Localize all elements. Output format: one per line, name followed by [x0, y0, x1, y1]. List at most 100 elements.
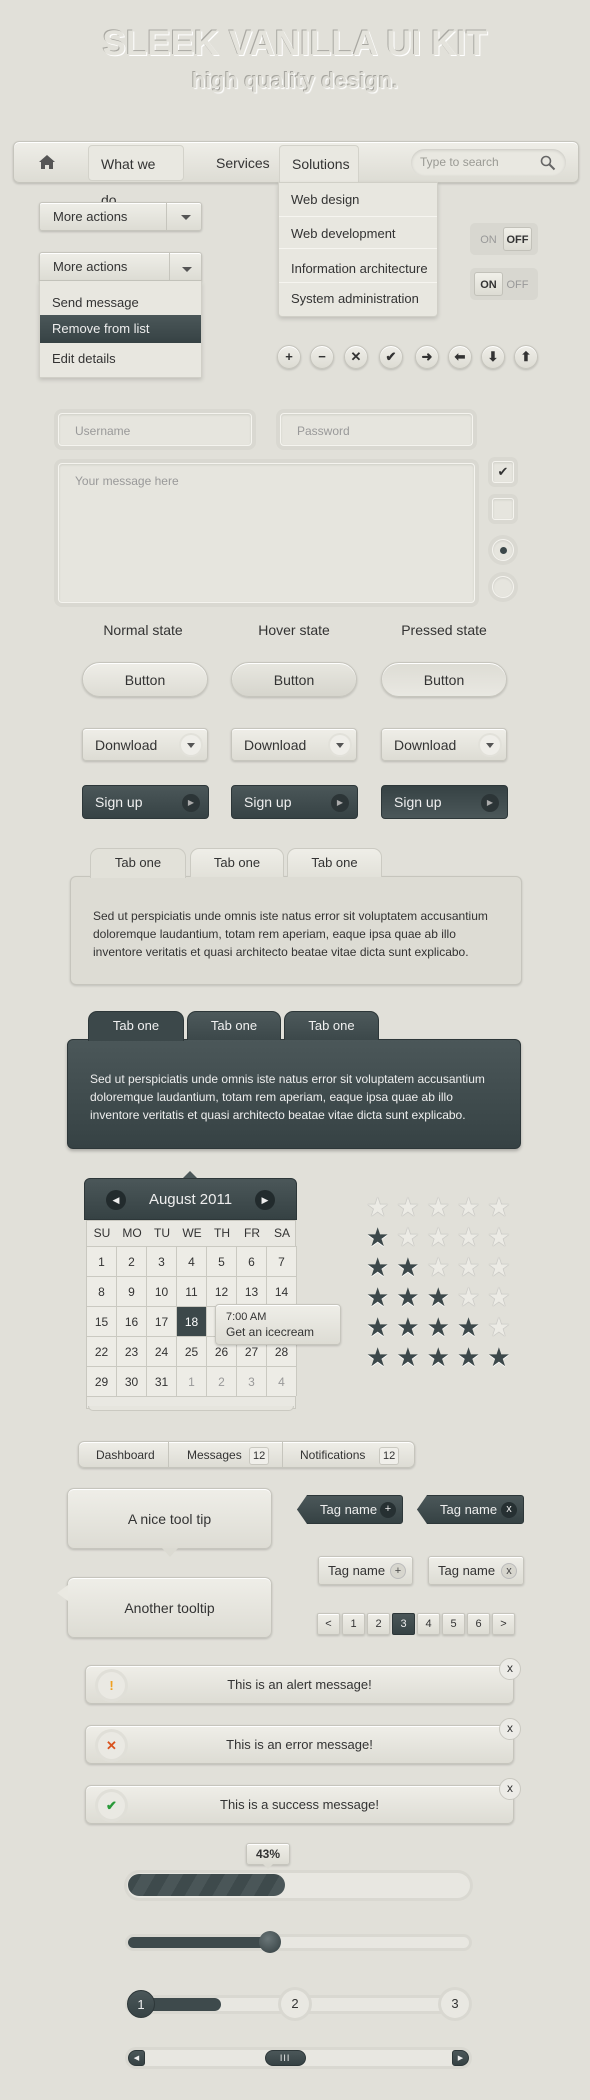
calendar-day[interactable]: 18 — [177, 1306, 207, 1336]
slider-track[interactable] — [128, 1931, 469, 1953]
calendar-day[interactable]: 1 — [177, 1366, 207, 1396]
calendar-day[interactable]: 4 — [177, 1246, 207, 1276]
menu-item-information-architecture[interactable]: Information architecture — [279, 261, 437, 276]
calendar-day[interactable]: 29 — [87, 1366, 117, 1396]
more-actions-select[interactable]: More actions — [39, 202, 202, 231]
star-filled-icon[interactable]: ★ — [487, 1344, 510, 1370]
calendar-day[interactable]: 8 — [87, 1276, 117, 1306]
menu-item-edit-details[interactable]: Edit details — [40, 351, 201, 366]
tag-dark[interactable]: Tag name + — [297, 1495, 403, 1524]
star-empty-icon[interactable]: ★ — [457, 1284, 480, 1310]
message-textarea[interactable]: Your message here — [58, 463, 475, 603]
page-button[interactable]: 6 — [467, 1613, 490, 1635]
scroll-thumb[interactable]: III — [264, 2050, 306, 2066]
checkbox-checked[interactable]: ✔ — [492, 461, 514, 483]
arrow-left-button[interactable]: ⬅ — [448, 345, 472, 369]
more-actions-select-open[interactable]: More actions — [39, 252, 202, 281]
star-filled-icon[interactable]: ★ — [457, 1344, 480, 1370]
calendar-day[interactable]: 17 — [147, 1306, 177, 1336]
calendar-day[interactable]: 14 — [267, 1276, 297, 1306]
star-empty-icon[interactable]: ★ — [457, 1254, 480, 1280]
menu-item-send-message[interactable]: Send message — [40, 295, 201, 310]
tab-notifications[interactable]: Notifications — [300, 1442, 365, 1468]
star-filled-icon[interactable]: ★ — [396, 1314, 419, 1340]
tab-dark-1[interactable]: Tab one — [88, 1011, 184, 1041]
button-hover[interactable]: Button — [231, 662, 357, 697]
calendar-day[interactable]: 23 — [117, 1336, 147, 1366]
star-empty-icon[interactable]: ★ — [487, 1284, 510, 1310]
calendar-day[interactable]: 9 — [117, 1276, 147, 1306]
add-icon[interactable]: + — [380, 1502, 396, 1518]
star-filled-icon[interactable]: ★ — [396, 1254, 419, 1280]
tag-light[interactable]: Tag name + — [318, 1556, 413, 1585]
arrow-right-button[interactable]: ➜ — [415, 345, 439, 369]
star-empty-icon[interactable]: ★ — [396, 1194, 419, 1220]
close-button[interactable]: ✕ — [344, 345, 368, 369]
signup-button-hover[interactable]: Sign up ▶ — [231, 785, 358, 819]
star-filled-icon[interactable]: ★ — [366, 1254, 389, 1280]
star-filled-icon[interactable]: ★ — [366, 1284, 389, 1310]
tab-dashboard[interactable]: Dashboard — [96, 1442, 155, 1468]
calendar-day[interactable]: 2 — [207, 1366, 237, 1396]
calendar-day[interactable]: 4 — [267, 1366, 297, 1396]
next-month-icon[interactable]: ▶ — [255, 1190, 275, 1210]
step-1[interactable]: 1 — [127, 1990, 155, 2018]
calendar-day[interactable]: 31 — [147, 1366, 177, 1396]
password-input[interactable]: Password — [280, 413, 473, 446]
toggle-switch-on[interactable]: ON OFF — [470, 268, 538, 300]
horizontal-scrollbar[interactable]: ◀ III ▶ — [128, 2050, 469, 2066]
star-filled-icon[interactable]: ★ — [366, 1224, 389, 1250]
calendar-day[interactable]: 6 — [237, 1246, 267, 1276]
plus-button[interactable]: + — [277, 345, 301, 369]
star-filled-icon[interactable]: ★ — [396, 1344, 419, 1370]
star-empty-icon[interactable]: ★ — [457, 1194, 480, 1220]
scroll-right-icon[interactable]: ▶ — [452, 2050, 469, 2066]
tab-light-1[interactable]: Tab one — [90, 848, 186, 878]
username-input[interactable]: Username — [58, 413, 252, 446]
download-button-normal[interactable]: Donwload — [82, 728, 208, 761]
tab-dark-3[interactable]: Tab one — [284, 1011, 379, 1040]
star-filled-icon[interactable]: ★ — [427, 1284, 450, 1310]
star-filled-icon[interactable]: ★ — [457, 1314, 480, 1340]
radio-checked[interactable] — [492, 539, 514, 561]
star-empty-icon[interactable]: ★ — [366, 1194, 389, 1220]
calendar-day[interactable]: 5 — [207, 1246, 237, 1276]
calendar-day[interactable]: 10 — [147, 1276, 177, 1306]
remove-icon[interactable]: x — [501, 1502, 517, 1518]
star-empty-icon[interactable]: ★ — [487, 1314, 510, 1340]
step-3[interactable]: 3 — [441, 1990, 469, 2018]
page-button[interactable]: 1 — [342, 1613, 365, 1635]
star-empty-icon[interactable]: ★ — [427, 1254, 450, 1280]
step-2[interactable]: 2 — [281, 1990, 309, 2018]
button-normal[interactable]: Button — [82, 662, 208, 697]
calendar-day[interactable]: 15 — [87, 1306, 117, 1336]
calendar-day[interactable]: 2 — [117, 1246, 147, 1276]
nav-what-we-do[interactable]: What we do — [88, 145, 184, 208]
star-empty-icon[interactable]: ★ — [457, 1224, 480, 1250]
star-filled-icon[interactable]: ★ — [427, 1344, 450, 1370]
star-filled-icon[interactable]: ★ — [366, 1344, 389, 1370]
calendar-day[interactable]: 3 — [147, 1246, 177, 1276]
star-filled-icon[interactable]: ★ — [396, 1284, 419, 1310]
star-empty-icon[interactable]: ★ — [427, 1224, 450, 1250]
calendar-day[interactable]: 16 — [117, 1306, 147, 1336]
download-button-pressed[interactable]: Download — [381, 728, 507, 761]
tab-light-2[interactable]: Tab one — [190, 848, 284, 877]
page-button[interactable]: 4 — [417, 1613, 440, 1635]
page-button[interactable]: 5 — [442, 1613, 465, 1635]
star-empty-icon[interactable]: ★ — [487, 1194, 510, 1220]
page-button[interactable]: 3 — [392, 1613, 415, 1635]
download-button-hover[interactable]: Download — [231, 728, 357, 761]
signup-button-normal[interactable]: Sign up ▶ — [82, 785, 209, 819]
menu-item-system-administration[interactable]: System administration — [279, 291, 437, 306]
calendar-day[interactable]: 12 — [207, 1276, 237, 1306]
add-icon[interactable]: + — [390, 1563, 406, 1579]
star-empty-icon[interactable]: ★ — [487, 1254, 510, 1280]
tag-light[interactable]: Tag name x — [428, 1556, 524, 1585]
tag-dark[interactable]: Tag name x — [417, 1495, 524, 1524]
star-empty-icon[interactable]: ★ — [487, 1224, 510, 1250]
home-icon[interactable] — [38, 154, 56, 170]
check-button[interactable]: ✔ — [379, 345, 403, 369]
arrow-down-button[interactable]: ⬇ — [481, 345, 505, 369]
calendar-day[interactable]: 11 — [177, 1276, 207, 1306]
